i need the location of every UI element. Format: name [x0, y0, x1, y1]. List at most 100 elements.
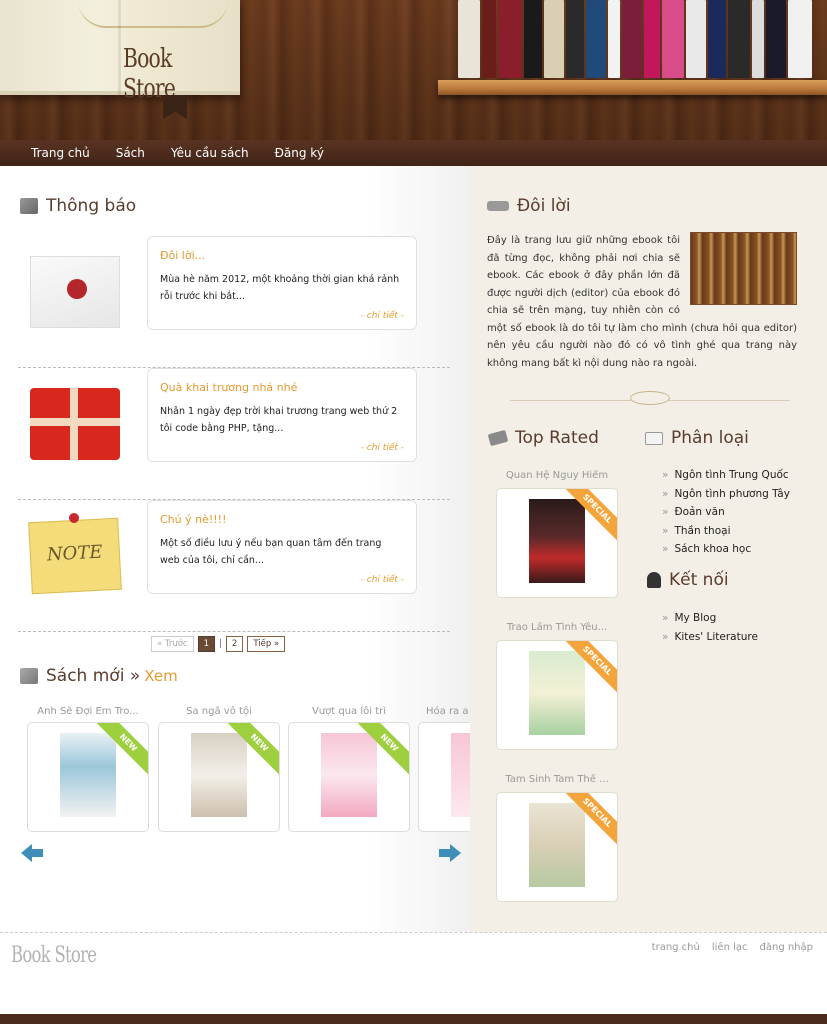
- book-frame: SPECIAL: [496, 488, 618, 598]
- link-item[interactable]: Kites' Literature: [662, 628, 758, 647]
- bookshelf-banner: [438, 0, 827, 95]
- book-spine: [498, 0, 522, 78]
- book-card[interactable]: Vượt qua lôi trì NEW: [288, 706, 410, 832]
- notice-card: Quà khai trương nhá nhé Nhân 1 ngày đẹp …: [147, 368, 417, 462]
- book-title[interactable]: Tam Sinh Tam Thế ...: [496, 774, 618, 792]
- book-cover[interactable]: [60, 733, 116, 817]
- book-frame: SPECIAL: [496, 792, 618, 902]
- book-icon: [487, 201, 509, 211]
- main-content: Thông báo Đôi lời... Mùa hè năm 2012, mộ…: [0, 166, 470, 932]
- intro-text-block: Đây là trang lưu giữ những ebook tôi đã …: [487, 232, 797, 372]
- nav-item-register[interactable]: Đăng ký: [275, 140, 324, 166]
- ornamental-divider: [510, 391, 790, 405]
- notice-detail-link[interactable]: - chi tiết -: [361, 575, 404, 585]
- view-all-link[interactable]: Xem: [144, 667, 177, 685]
- top-rated-title: Top Rated: [515, 428, 599, 448]
- link-item[interactable]: My Blog: [662, 609, 758, 628]
- book-spine: [662, 0, 684, 78]
- book-card[interactable]: Anh Sẽ Đợi Em Tro... NEW: [27, 706, 149, 832]
- book-title[interactable]: Anh Sẽ Đợi Em Tro...: [27, 706, 149, 722]
- notice-title[interactable]: Quà khai trương nhá nhé: [160, 381, 404, 394]
- footer-link-contact[interactable]: liên lạc: [712, 942, 748, 953]
- scroll-right-arrow-icon[interactable]: [439, 844, 461, 862]
- next-page-button[interactable]: Tiếp »: [247, 636, 286, 652]
- sidebar: Đôi lời Đây là trang lưu giữ những ebook…: [470, 166, 827, 932]
- rated-book-card[interactable]: Quan Hệ Nguy Hiểm SPECIAL: [496, 470, 618, 598]
- book-card[interactable]: Hóa ra a: [418, 706, 470, 832]
- logo-book[interactable]: Book Store: [0, 0, 240, 104]
- notice-title[interactable]: Chú ý nè!!!!: [160, 513, 404, 526]
- category-list: Ngôn tình Trung Quốc Ngôn tình phương Tâ…: [662, 466, 790, 559]
- book-spine: [686, 0, 706, 78]
- book-spine: [644, 0, 660, 78]
- page-1-button[interactable]: 1: [197, 636, 216, 652]
- books-stack-icon: [487, 429, 509, 447]
- book-cover[interactable]: [191, 733, 247, 817]
- book-title[interactable]: Trao Lầm Tình Yêu...: [496, 622, 618, 640]
- book-cover[interactable]: [321, 733, 377, 817]
- book-frame: NEW: [158, 722, 280, 832]
- intro-heading: Đôi lời: [487, 196, 571, 216]
- pagination: « Trước 1 | 2 Tiếp »: [151, 636, 286, 652]
- page-separator: |: [219, 639, 222, 649]
- wax-seal-icon: [67, 279, 87, 299]
- intro-title: Đôi lời: [517, 196, 571, 216]
- book-title[interactable]: Quan Hệ Nguy Hiểm: [496, 470, 618, 488]
- note-icon: NOTE: [28, 512, 122, 595]
- book-title[interactable]: Sa ngã vô tội: [158, 706, 280, 722]
- book-spine: [544, 0, 564, 78]
- notice-body: Nhân 1 ngày đẹp trời khai trương trang w…: [160, 406, 398, 434]
- notice-detail-link[interactable]: - chi tiết -: [361, 311, 404, 321]
- book-spine: [458, 0, 480, 78]
- book-title[interactable]: Vượt qua lôi trì: [288, 706, 410, 722]
- category-item[interactable]: Đoản văn: [662, 503, 790, 522]
- books-icon: [20, 668, 38, 684]
- category-item[interactable]: Sách khoa học: [662, 540, 790, 559]
- notices-heading: Thông báo: [20, 196, 136, 216]
- notice-item: NOTE Chú ý nè!!!! Một số điều lưu ý nếu …: [18, 500, 450, 632]
- footer-link-login[interactable]: đăng nhập: [760, 942, 814, 953]
- scroll-left-arrow-icon[interactable]: [21, 844, 43, 862]
- notice-detail-link[interactable]: - chi tiết -: [361, 443, 404, 453]
- nav-item-home[interactable]: Trang chủ: [31, 140, 90, 166]
- footer-link-home[interactable]: trang chủ: [652, 942, 700, 953]
- book-spine: [788, 0, 812, 78]
- gift-icon: [30, 388, 120, 460]
- user-icon: [647, 572, 661, 588]
- footer-logo[interactable]: Book Store: [11, 943, 97, 968]
- new-books-title: Sách mới »: [46, 666, 141, 686]
- note-label: NOTE: [46, 541, 104, 566]
- category-item[interactable]: Ngôn tình Trung Quốc: [662, 466, 790, 485]
- page-2-button[interactable]: 2: [225, 636, 244, 652]
- book-spine: [566, 0, 584, 78]
- book-cover[interactable]: [529, 499, 585, 583]
- prev-page-button[interactable]: « Trước: [151, 636, 194, 652]
- rated-book-card[interactable]: Trao Lầm Tình Yêu... SPECIAL: [496, 622, 618, 750]
- category-item[interactable]: Thần thoại: [662, 522, 790, 541]
- notice-item: Đôi lời... Mùa hè năm 2012, một khoảng t…: [18, 236, 450, 368]
- links-list: My Blog Kites' Literature: [662, 609, 758, 646]
- nav-item-books[interactable]: Sách: [116, 140, 145, 166]
- footer-links: trang chủ liên lạc đăng nhập: [652, 942, 813, 953]
- book-cover[interactable]: [529, 803, 585, 887]
- book-spine: [728, 0, 750, 78]
- notice-item: Quà khai trương nhá nhé Nhân 1 ngày đẹp …: [18, 368, 450, 500]
- book-cover[interactable]: [451, 733, 470, 817]
- book-frame: NEW: [288, 722, 410, 832]
- shelf-board: [438, 80, 827, 95]
- ornament-decoration: [78, 0, 228, 28]
- category-item[interactable]: Ngôn tình phương Tây: [662, 485, 790, 504]
- book-cover[interactable]: [529, 651, 585, 735]
- book-spine: [608, 0, 620, 78]
- categories-heading: Phân loại: [645, 428, 749, 448]
- notice-title[interactable]: Đôi lời...: [160, 249, 404, 262]
- book-title[interactable]: Hóa ra a: [418, 706, 470, 722]
- notice-card: Chú ý nè!!!! Một số điều lưu ý nếu bạn q…: [147, 500, 417, 594]
- notice-body: Mùa hè năm 2012, một khoảng thời gian kh…: [160, 274, 400, 302]
- rated-book-card[interactable]: Tam Sinh Tam Thế ... SPECIAL: [496, 774, 618, 902]
- notice-body: Một số điều lưu ý nếu bạn quan tâm đến t…: [160, 538, 382, 566]
- book-spine: [482, 0, 496, 78]
- book-spine: [752, 0, 764, 78]
- nav-item-book-request[interactable]: Yêu cầu sách: [171, 140, 249, 166]
- book-card[interactable]: Sa ngã vô tội NEW: [158, 706, 280, 832]
